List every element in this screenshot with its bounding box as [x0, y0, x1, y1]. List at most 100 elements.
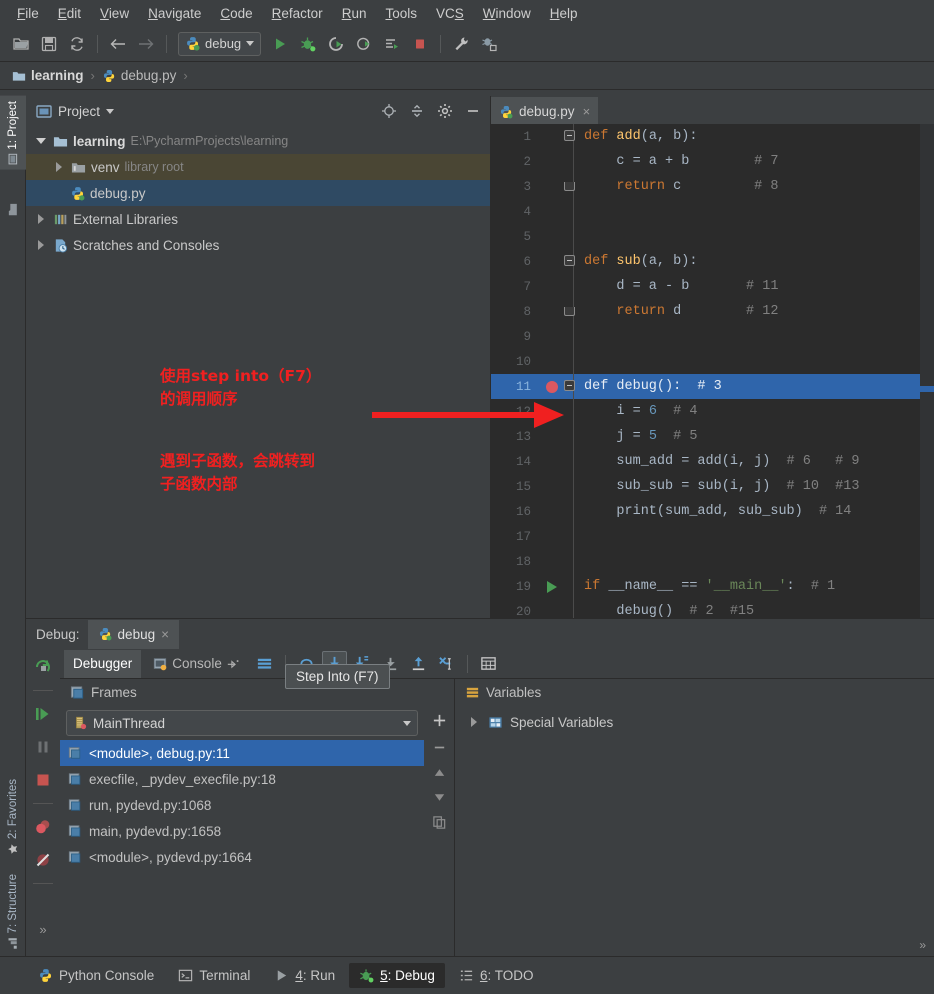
menu-item-navigate[interactable]: Navigate	[139, 3, 210, 24]
evaluate-expression-icon[interactable]	[476, 651, 501, 676]
locate-icon[interactable]	[378, 100, 400, 122]
pin-tab-icon[interactable]	[227, 657, 240, 670]
fold-start-icon[interactable]	[564, 249, 575, 274]
status-tab-4-run[interactable]: 4: Run	[264, 963, 345, 988]
variable-row-special-variables[interactable]: Special Variables	[455, 709, 934, 735]
run-coverage-icon[interactable]	[323, 31, 349, 57]
settings-lines-icon[interactable]	[252, 651, 277, 676]
sidebar-strip-folder-icon[interactable]	[0, 198, 26, 221]
tree-node-scratches[interactable]: Scratches and Consoles	[26, 232, 490, 258]
gear-icon[interactable]	[434, 100, 456, 122]
hide-icon[interactable]	[462, 100, 484, 122]
sidebar-item-structure[interactable]: 7: Structure	[0, 869, 26, 954]
variables-list[interactable]: Special Variables	[455, 705, 934, 956]
move-up-icon[interactable]	[432, 767, 447, 779]
run-icon[interactable]	[267, 31, 293, 57]
profile-icon[interactable]	[351, 31, 377, 57]
menu-item-refactor[interactable]: Refactor	[263, 3, 332, 24]
tab-debugger[interactable]: Debugger	[64, 649, 142, 678]
collapse-all-icon[interactable]	[406, 100, 428, 122]
chevron-down-icon[interactable]	[403, 720, 411, 726]
run-configuration-selector[interactable]: debug	[178, 31, 262, 56]
expand-toggle[interactable]	[34, 240, 48, 250]
frames-list[interactable]: <module>, debug.py:11 execfile, _pydev_ex…	[60, 740, 424, 956]
code-line-7[interactable]: 7 d = a - b # 11	[491, 274, 934, 299]
menu-item-run[interactable]: Run	[333, 3, 376, 24]
frame-row[interactable]: <module>, debug.py:11	[60, 740, 424, 766]
breakpoint-icon[interactable]	[539, 380, 565, 393]
code-line-9[interactable]: 9	[491, 324, 934, 349]
breadcrumb-project[interactable]: learning	[8, 66, 88, 85]
open-folder-icon[interactable]	[8, 31, 34, 57]
wrench-icon[interactable]	[448, 31, 474, 57]
menu-item-code[interactable]: Code	[211, 3, 261, 24]
code-line-17[interactable]: 17	[491, 524, 934, 549]
move-down-icon[interactable]	[432, 791, 447, 803]
more-icon[interactable]: »	[31, 917, 55, 941]
menu-item-edit[interactable]: Edit	[49, 3, 90, 24]
code-line-6[interactable]: 6 def sub(a, b):	[491, 249, 934, 274]
arrow-back-icon[interactable]	[105, 31, 131, 57]
menu-item-window[interactable]: Window	[474, 3, 540, 24]
remove-icon[interactable]	[432, 740, 447, 755]
step-out-icon[interactable]	[406, 651, 431, 676]
expand-toggle[interactable]	[34, 214, 48, 224]
sync-icon[interactable]	[64, 31, 90, 57]
view-breakpoints-icon[interactable]	[31, 815, 55, 839]
code-line-1[interactable]: 1 def add(a, b):	[491, 124, 934, 149]
mute-breakpoints-icon[interactable]	[31, 848, 55, 872]
menu-item-vcs[interactable]: VCS	[427, 3, 473, 24]
stop-icon[interactable]	[31, 768, 55, 792]
code-line-16[interactable]: 16 print(sum_add, sub_sub) # 14	[491, 499, 934, 524]
close-icon[interactable]: ×	[583, 104, 591, 119]
fold-end-icon[interactable]	[564, 174, 575, 199]
code-line-18[interactable]: 18	[491, 549, 934, 574]
menu-item-tools[interactable]: Tools	[376, 3, 426, 24]
tree-node-debug-py[interactable]: debug.py	[26, 180, 490, 206]
tree-node-learning[interactable]: learning E:\PycharmProjects\learning	[26, 128, 490, 154]
expand-toggle[interactable]	[52, 162, 66, 172]
breadcrumb-file[interactable]: debug.py	[98, 66, 181, 85]
code-line-19[interactable]: 19 if __name__ == '__main__': # 1	[491, 574, 934, 599]
menu-item-view[interactable]: View	[91, 3, 138, 24]
debug-session-tab[interactable]: debug ×	[87, 619, 179, 649]
sidebar-item-favorites[interactable]: 2: Favorites	[0, 774, 26, 860]
status-tab-python-console[interactable]: Python Console	[28, 963, 164, 988]
fold-start-icon[interactable]	[564, 374, 575, 399]
frame-row[interactable]: execfile, _pydev_execfile.py:18	[60, 766, 424, 792]
code-line-3[interactable]: 3 return c # 8	[491, 174, 934, 199]
attach-process-icon[interactable]	[476, 31, 502, 57]
run-gutter-icon[interactable]	[539, 580, 565, 593]
expand-toggle[interactable]	[467, 717, 481, 727]
expand-toggle[interactable]	[34, 138, 48, 144]
frame-row[interactable]: run, pydevd.py:1068	[60, 792, 424, 818]
copy-icon[interactable]	[432, 815, 447, 830]
code-line-14[interactable]: 14 sum_add = add(i, j) # 6 # 9	[491, 449, 934, 474]
fold-end-icon[interactable]	[564, 299, 575, 324]
status-tab-terminal[interactable]: Terminal	[168, 963, 260, 988]
menu-item-help[interactable]: Help	[541, 3, 587, 24]
code-line-10[interactable]: 10	[491, 349, 934, 374]
code-line-4[interactable]: 4	[491, 199, 934, 224]
run-to-cursor-icon[interactable]	[434, 651, 459, 676]
add-icon[interactable]	[432, 713, 447, 728]
debug-icon[interactable]	[295, 31, 321, 57]
frame-row[interactable]: main, pydevd.py:1658	[60, 818, 424, 844]
tree-node-external-libraries[interactable]: External Libraries	[26, 206, 490, 232]
tree-node-venv[interactable]: venv library root	[26, 154, 490, 180]
stop-icon[interactable]	[407, 31, 433, 57]
chevron-down-icon[interactable]	[106, 108, 115, 114]
status-tab-6-todo[interactable]: 6: TODO	[449, 963, 544, 988]
sidebar-item-project[interactable]: 1: Project	[0, 96, 26, 170]
code-line-15[interactable]: 15 sub_sub = sub(i, j) # 10 #13	[491, 474, 934, 499]
chevron-down-icon[interactable]	[246, 41, 255, 46]
frame-row[interactable]: <module>, pydevd.py:1664	[60, 844, 424, 870]
code-line-11[interactable]: 11 def debug(): # 3	[491, 374, 934, 399]
save-icon[interactable]	[36, 31, 62, 57]
close-icon[interactable]: ×	[161, 627, 169, 642]
code-line-8[interactable]: 8 return d # 12	[491, 299, 934, 324]
tab-console[interactable]: Console	[144, 650, 249, 678]
tab-debug-py[interactable]: debug.py ×	[491, 97, 599, 124]
fold-start-icon[interactable]	[564, 124, 575, 149]
rerun-icon[interactable]	[31, 655, 55, 679]
